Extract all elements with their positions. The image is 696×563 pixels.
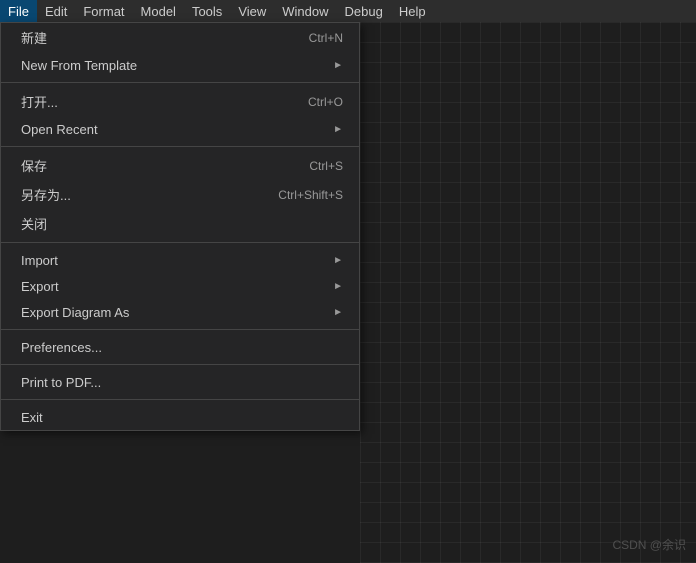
menu-item-print-to-pdf[interactable]: Print to PDF... bbox=[1, 369, 359, 395]
menu-item-import[interactable]: Import ► bbox=[1, 247, 359, 273]
menu-item-open-recent[interactable]: Open Recent ► bbox=[1, 116, 359, 142]
menu-item-export-diagram-as-label: Export Diagram As bbox=[21, 305, 323, 320]
menu-item-new[interactable]: 新建 Ctrl+N bbox=[1, 23, 359, 52]
menu-item-new-label: 新建 bbox=[21, 28, 289, 47]
submenu-arrow-open-recent: ► bbox=[333, 124, 343, 135]
menu-item-save-as-shortcut: Ctrl+Shift+S bbox=[278, 188, 343, 202]
menu-item-exit[interactable]: Exit bbox=[1, 404, 359, 430]
menu-item-export-label: Export bbox=[21, 279, 323, 294]
menu-item-exit-label: Exit bbox=[21, 410, 343, 425]
submenu-arrow-new-template: ► bbox=[333, 60, 343, 71]
file-dropdown-menu: 新建 Ctrl+N New From Template ► 打开... Ctrl… bbox=[0, 22, 360, 431]
separator-5 bbox=[1, 364, 359, 365]
watermark-text: CSDN @余识 bbox=[612, 536, 686, 553]
menu-item-save[interactable]: 保存 Ctrl+S bbox=[1, 151, 359, 180]
menu-item-close[interactable]: 关闭 bbox=[1, 209, 359, 238]
canvas-area: CSDN @余识 bbox=[360, 22, 696, 563]
submenu-arrow-import: ► bbox=[333, 255, 343, 266]
separator-2 bbox=[1, 146, 359, 147]
menubar-item-tools[interactable]: Tools bbox=[184, 0, 230, 22]
submenu-arrow-export-diagram-as: ► bbox=[333, 307, 343, 318]
menubar-item-model[interactable]: Model bbox=[133, 0, 184, 22]
separator-6 bbox=[1, 399, 359, 400]
menu-item-export-diagram-as[interactable]: Export Diagram As ► bbox=[1, 299, 359, 325]
menu-item-save-shortcut: Ctrl+S bbox=[309, 159, 343, 173]
menubar-item-debug[interactable]: Debug bbox=[337, 0, 391, 22]
menu-item-export[interactable]: Export ► bbox=[1, 273, 359, 299]
menubar-item-format[interactable]: Format bbox=[75, 0, 132, 22]
menu-item-print-to-pdf-label: Print to PDF... bbox=[21, 375, 343, 390]
menu-item-save-as[interactable]: 另存为... Ctrl+Shift+S bbox=[1, 180, 359, 209]
menu-item-close-label: 关闭 bbox=[21, 214, 343, 233]
menubar-item-help[interactable]: Help bbox=[391, 0, 434, 22]
separator-4 bbox=[1, 329, 359, 330]
separator-1 bbox=[1, 82, 359, 83]
menu-item-save-as-label: 另存为... bbox=[21, 185, 258, 204]
grid-canvas bbox=[360, 22, 696, 563]
menu-item-new-template[interactable]: New From Template ► bbox=[1, 52, 359, 78]
menubar-item-file[interactable]: File bbox=[0, 0, 37, 22]
menu-item-import-label: Import bbox=[21, 253, 323, 268]
menu-item-open[interactable]: 打开... Ctrl+O bbox=[1, 87, 359, 116]
menu-item-new-shortcut: Ctrl+N bbox=[309, 31, 343, 45]
menubar-item-window[interactable]: Window bbox=[274, 0, 336, 22]
menu-item-preferences-label: Preferences... bbox=[21, 340, 343, 355]
menubar-item-edit[interactable]: Edit bbox=[37, 0, 75, 22]
menu-item-save-label: 保存 bbox=[21, 156, 289, 175]
menu-item-open-recent-label: Open Recent bbox=[21, 122, 323, 137]
menu-item-new-template-label: New From Template bbox=[21, 58, 323, 73]
menu-item-open-label: 打开... bbox=[21, 92, 288, 111]
menu-item-preferences[interactable]: Preferences... bbox=[1, 334, 359, 360]
submenu-arrow-export: ► bbox=[333, 281, 343, 292]
menu-item-open-shortcut: Ctrl+O bbox=[308, 95, 343, 109]
menubar-item-view[interactable]: View bbox=[230, 0, 274, 22]
menubar: File Edit Format Model Tools View Window… bbox=[0, 0, 696, 22]
separator-3 bbox=[1, 242, 359, 243]
